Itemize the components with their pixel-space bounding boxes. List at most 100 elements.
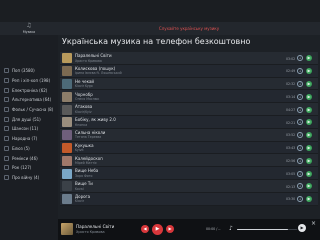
- play-icon[interactable]: ▶: [306, 93, 312, 100]
- track-artist[interactable]: Koval: [75, 187, 84, 191]
- track-title[interactable]: Паралельні Світи: [75, 53, 112, 58]
- download-icon[interactable]: ↓: [297, 106, 303, 113]
- track-artist[interactable]: Кнопка: [75, 123, 87, 127]
- track-duration: 02:32: [286, 82, 296, 87]
- play-icon[interactable]: ▶: [306, 196, 312, 203]
- sidebar-genre-label: Реп і хіп-хоп (198): [12, 78, 51, 84]
- track-row[interactable]: Паралельні Світи Христя Кривова 03:02 ↓ ▶: [60, 52, 318, 65]
- download-icon[interactable]: ↓: [297, 157, 303, 164]
- track-artist[interactable]: Христя Кривова: [75, 59, 102, 63]
- sidebar-genre-item[interactable]: Фольк / Сучасна (8): [0, 105, 58, 115]
- music-icon: ♫: [26, 22, 32, 29]
- track-title[interactable]: Вище Неба: [75, 168, 98, 173]
- play-icon[interactable]: ▶: [306, 157, 312, 164]
- play-icon[interactable]: ▶: [306, 170, 312, 177]
- track-title[interactable]: Калейдоскоп: [75, 156, 103, 161]
- download-icon[interactable]: ↓: [297, 144, 303, 151]
- play-icon[interactable]: ▶: [306, 106, 312, 113]
- sidebar-genre-item[interactable]: Електроніка (62): [0, 85, 58, 95]
- track-cover: [62, 78, 72, 89]
- track-title[interactable]: Бобіку, як живу 2.0: [75, 117, 116, 122]
- track-row[interactable]: Бобіку, як живу 2.0 Кнопка 02:21 ↓ ▶: [60, 115, 318, 129]
- sidebar-genre-item[interactable]: Ремікси (46): [0, 153, 58, 163]
- play-small-icon[interactable]: ▶: [298, 224, 306, 232]
- play-icon[interactable]: ▶: [306, 55, 312, 62]
- track-title[interactable]: Атакова: [75, 104, 92, 109]
- download-icon[interactable]: ↓: [297, 132, 303, 139]
- volume-slider[interactable]: [237, 228, 297, 230]
- track-title[interactable]: Вище Ти: [75, 181, 93, 186]
- track-artist[interactable]: Kyivit: [75, 148, 84, 152]
- promo-banner[interactable]: Слухайте українську музику: [58, 22, 320, 35]
- download-icon[interactable]: ↓: [297, 68, 303, 75]
- sidebar-genre-item[interactable]: Рок (127): [0, 163, 58, 173]
- close-icon[interactable]: ×: [310, 220, 317, 227]
- sidebar-genre-item[interactable]: Поп (3580): [0, 66, 58, 76]
- track-row[interactable]: Колискова (пошук) Ірина Івлєва ft. Ляшевс…: [60, 64, 318, 78]
- track-row[interactable]: Чорнобр Олеся Маслюк 03:14 ↓ ▶: [60, 90, 318, 104]
- download-icon[interactable]: ↓: [297, 55, 303, 62]
- track-duration: 03:43: [286, 146, 296, 151]
- category-icon: [4, 87, 9, 93]
- sidebar-genre-label: Поп (3580): [12, 68, 35, 74]
- download-icon[interactable]: ↓: [297, 93, 303, 100]
- category-icon: [4, 68, 9, 74]
- track-artist[interactable]: Klavir/Kyiv: [75, 110, 92, 114]
- sidebar-music-tab[interactable]: ♫ Музика: [0, 22, 58, 35]
- play-icon[interactable]: ▶: [306, 183, 312, 190]
- play-icon[interactable]: ▶: [306, 119, 312, 126]
- track-row[interactable]: Не чекай Klavir Kygo 02:32 ↓ ▶: [60, 77, 318, 91]
- track-artist[interactable]: Зоря Фото: [75, 174, 92, 178]
- sidebar-genre-label: Для душі (51): [12, 116, 41, 122]
- sidebar-genre-item[interactable]: Блюз (5): [0, 144, 58, 154]
- sidebar-genre-label: Фольк / Сучасна (8): [12, 107, 54, 113]
- sidebar-genre-item[interactable]: Народна (7): [0, 134, 58, 144]
- track-row[interactable]: Вище Ти Koval 02:13 ↓ ▶: [60, 179, 318, 193]
- player-bar: Паралельні Світи Христя Кривова ◀ ▶ ▶ 00…: [58, 219, 320, 240]
- track-artist[interactable]: Мірей Маттіє: [75, 161, 97, 165]
- sidebar-genre-item[interactable]: Шансон (11): [0, 124, 58, 134]
- track-title[interactable]: Чорнобр: [75, 92, 93, 97]
- track-row[interactable]: Вище Неба Зоря Фото 03:05 ↓ ▶: [60, 167, 318, 180]
- track-title[interactable]: Дорога: [75, 194, 90, 199]
- track-title[interactable]: Кукушка: [75, 143, 94, 148]
- sidebar-genre-item[interactable]: Альтернатива (64): [0, 95, 58, 105]
- track-cover: [62, 91, 72, 102]
- track-artist[interactable]: Klavir: [75, 199, 84, 203]
- track-artist[interactable]: Ірина Івлєва ft. Ляшевський: [75, 71, 122, 75]
- sidebar-genre-item[interactable]: Про війну (4): [0, 173, 58, 183]
- next-icon[interactable]: ▶: [166, 225, 174, 233]
- track-title[interactable]: Колискова (пошук): [75, 66, 115, 71]
- sidebar-genre-label: Електроніка (62): [12, 87, 48, 93]
- player-track-artist: Христя Кривова: [76, 229, 105, 234]
- category-icon: [4, 126, 9, 132]
- track-duration: 02:13: [286, 184, 296, 189]
- play-icon[interactable]: ▶: [306, 68, 312, 75]
- track-row[interactable]: Атакова Klavir/Kyiv 04:27 ↓ ▶: [60, 103, 318, 116]
- track-artist[interactable]: Klavir Kygo: [75, 84, 93, 88]
- download-icon[interactable]: ↓: [297, 183, 303, 190]
- track-row[interactable]: Калейдоскоп Мірей Маттіє 02:56 ↓ ▶: [60, 154, 318, 168]
- play-icon[interactable]: ▶: [306, 132, 312, 139]
- previous-icon[interactable]: ◀: [141, 225, 149, 233]
- sidebar-genre-item[interactable]: Для душі (51): [0, 114, 58, 124]
- category-icon: [4, 78, 9, 84]
- track-row[interactable]: Дорога Klavir 03:30 ↓ ▶: [60, 192, 318, 206]
- track-cover: [62, 155, 72, 166]
- play-icon[interactable]: ▶: [306, 80, 312, 87]
- sidebar-genre-item[interactable]: Реп і хіп-хоп (198): [0, 76, 58, 86]
- play-icon[interactable]: ▶: [152, 223, 163, 235]
- download-icon[interactable]: ↓: [297, 119, 303, 126]
- track-artist[interactable]: Тетяна Тереєва: [75, 135, 101, 139]
- download-icon[interactable]: ↓: [297, 170, 303, 177]
- download-icon[interactable]: ↓: [297, 80, 303, 87]
- sidebar-genre-label: Блюз (5): [12, 145, 30, 151]
- track-row[interactable]: Кукушка Kyivit 03:43 ↓ ▶: [60, 141, 318, 155]
- track-row[interactable]: Сильна ніколи Тетяна Тереєва 03:52 ↓ ▶: [60, 128, 318, 142]
- track-title[interactable]: Сильна ніколи: [75, 130, 105, 135]
- track-artist[interactable]: Олеся Маслюк: [75, 97, 99, 101]
- track-title[interactable]: Не чекай: [75, 79, 94, 84]
- download-icon[interactable]: ↓: [297, 196, 303, 203]
- play-icon[interactable]: ▶: [306, 144, 312, 151]
- volume-icon[interactable]: ♪: [229, 225, 233, 232]
